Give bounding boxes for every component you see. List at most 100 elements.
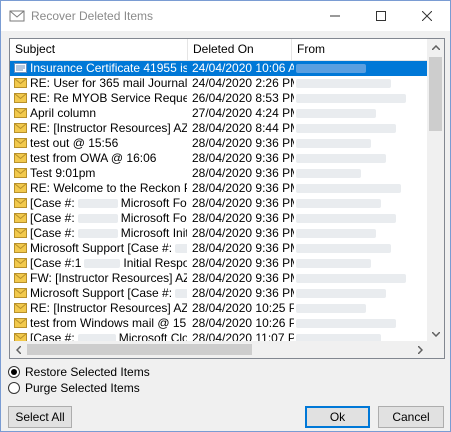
- envelope-icon: [14, 153, 27, 163]
- list-rows: Insurance Certificate 41955 is rea... 24/…: [10, 61, 429, 346]
- table-row[interactable]: [Case #: Microsoft Foll... 28/04/2020 9:36…: [10, 196, 429, 211]
- row-subject-text: test from Windows mail @ 15:55: [30, 316, 187, 330]
- row-deleted-on: 27/04/2020 4:24 PM: [192, 106, 294, 120]
- table-row[interactable]: RE: User for 365 mail Journal 24/04/2020 …: [10, 76, 429, 91]
- row-subject: [Case #: Microsoft Foll...: [30, 196, 187, 211]
- table-row[interactable]: Test 9:01pm 28/04/2020 9:36 PM: [10, 166, 429, 181]
- table-row[interactable]: April column 27/04/2020 4:24 PM: [10, 106, 429, 121]
- column-header-from[interactable]: From: [292, 39, 429, 60]
- cancel-button[interactable]: Cancel: [378, 406, 444, 428]
- row-deleted-on: 24/04/2020 10:06 AM: [192, 61, 294, 75]
- row-from: [296, 241, 424, 256]
- row-subject-text: Microsoft Support [Case #:: [30, 286, 173, 300]
- table-row[interactable]: [Case #: Microsoft Initi... 28/04/2020 9:3…: [10, 226, 429, 241]
- restore-option[interactable]: Restore Selected Items: [8, 364, 150, 380]
- table-row[interactable]: test from OWA @ 16:06 28/04/2020 9:36 PM: [10, 151, 429, 166]
- chevron-right-icon: [418, 345, 423, 354]
- redacted-sender: [296, 259, 371, 269]
- deleted-items-list[interactable]: Subject Deleted On From Insurance Certif…: [9, 38, 445, 359]
- envelope-icon: [14, 108, 27, 118]
- table-row[interactable]: RE: Re MYOB Service Request: 17... 26/04/…: [10, 91, 429, 106]
- close-button[interactable]: [404, 1, 450, 31]
- chevron-left-icon: [16, 345, 21, 354]
- window-title: Recover Deleted Items: [31, 9, 154, 23]
- table-row[interactable]: FW: [Instructor Resources] AZ 30... 28/04…: [10, 271, 429, 286]
- table-row[interactable]: Microsoft Support [Case #: 28/04/2020 9:3…: [10, 241, 429, 256]
- row-from: [296, 121, 424, 136]
- row-from: [296, 211, 424, 226]
- table-row[interactable]: test out @ 15:56 28/04/2020 9:36 PM: [10, 136, 429, 151]
- envelope-icon: [14, 273, 27, 283]
- row-from: [296, 136, 424, 151]
- row-subject-text: FW: [Instructor Resources] AZ 30...: [30, 271, 187, 285]
- table-row[interactable]: RE: [Instructor Resources] AZ 30... 28/04…: [10, 301, 429, 316]
- row-deleted-on: 28/04/2020 9:36 PM: [192, 286, 294, 300]
- redacted-case-number: [77, 214, 118, 224]
- redacted-sender: [296, 304, 366, 314]
- table-row[interactable]: [Case #:1 Initial Response 28/04/2020 9:36…: [10, 256, 429, 271]
- vertical-scrollbar[interactable]: [427, 39, 444, 343]
- row-subject: RE: Re MYOB Service Request: 17...: [30, 91, 187, 106]
- horizontal-scroll-thumb[interactable]: [27, 344, 252, 355]
- row-subject-text: Microsoft Support [Case #:: [30, 241, 173, 255]
- redacted-sender: [296, 184, 401, 194]
- envelope-icon: [14, 138, 27, 148]
- recover-deleted-items-dialog: Recover Deleted Items Subject Deleted On…: [0, 0, 451, 432]
- row-deleted-on: 28/04/2020 9:36 PM: [192, 256, 294, 270]
- row-subject: test out @ 15:56: [30, 136, 187, 151]
- scroll-up-arrow[interactable]: [427, 39, 444, 56]
- row-subject: [Case #:1 Initial Response: [30, 256, 187, 271]
- row-deleted-on: 28/04/2020 9:36 PM: [192, 241, 294, 255]
- row-subject-text: RE: [Instructor Resources] AZ 30...: [30, 301, 187, 315]
- row-from: [296, 76, 424, 91]
- row-from: [296, 166, 424, 181]
- table-row[interactable]: RE: [Instructor Resources] AZ 30... 28/04…: [10, 121, 429, 136]
- table-row[interactable]: test from Windows mail @ 15:55 28/04/2020…: [10, 316, 429, 331]
- purge-option-label: Purge Selected Items: [25, 381, 140, 395]
- row-deleted-on: 28/04/2020 9:36 PM: [192, 196, 294, 210]
- envelope-icon: [14, 183, 27, 193]
- vertical-scroll-thumb[interactable]: [429, 57, 442, 131]
- row-subject: FW: [Instructor Resources] AZ 30...: [30, 271, 187, 286]
- table-row[interactable]: Microsoft Support [Case #: 28/04/2020 9:3…: [10, 286, 429, 301]
- row-deleted-on: 24/04/2020 2:26 PM: [192, 76, 294, 90]
- envelope-icon: [14, 258, 27, 268]
- row-subject: test from Windows mail @ 15:55: [30, 316, 187, 331]
- row-subject-text: Insurance Certificate 41955 is rea...: [30, 61, 187, 75]
- table-row[interactable]: [Case #: Microsoft Foll... 28/04/2020 9:36…: [10, 211, 429, 226]
- row-subject-tail: Microsoft Initi...: [120, 226, 187, 240]
- redacted-sender: [296, 244, 391, 254]
- column-header-deleted-on[interactable]: Deleted On: [188, 39, 292, 60]
- redacted-case-number: [175, 244, 187, 254]
- purge-option[interactable]: Purge Selected Items: [8, 380, 140, 396]
- row-subject-text: RE: User for 365 mail Journal: [30, 76, 187, 90]
- redacted-case-number: [77, 199, 118, 209]
- row-deleted-on: 28/04/2020 9:36 PM: [192, 271, 294, 285]
- row-from: [296, 196, 424, 211]
- ok-button[interactable]: Ok: [305, 406, 370, 428]
- row-subject: test from OWA @ 16:06: [30, 151, 187, 166]
- table-row[interactable]: RE: Welcome to the Reckon Partn... 28/04/…: [10, 181, 429, 196]
- chevron-down-icon: [431, 332, 440, 337]
- row-subject: Test 9:01pm: [30, 166, 187, 181]
- envelope-icon: [14, 318, 27, 328]
- redacted-case-number: [77, 229, 118, 239]
- envelope-icon: [14, 198, 27, 208]
- column-header-subject[interactable]: Subject: [10, 39, 188, 60]
- table-row[interactable]: Insurance Certificate 41955 is rea... 24/…: [10, 61, 429, 76]
- purge-radio[interactable]: [8, 382, 20, 394]
- select-all-button[interactable]: Select All: [8, 406, 72, 428]
- restore-radio[interactable]: [8, 366, 20, 378]
- row-subject-text: April column: [30, 106, 97, 120]
- scroll-left-arrow[interactable]: [10, 341, 27, 358]
- row-deleted-on: 28/04/2020 9:36 PM: [192, 181, 294, 195]
- row-deleted-on: 28/04/2020 8:44 PM: [192, 121, 294, 135]
- row-from: [296, 286, 424, 301]
- horizontal-scrollbar[interactable]: [10, 341, 429, 358]
- document-icon: [14, 63, 27, 73]
- outlook-app-icon: [9, 10, 25, 22]
- minimize-button[interactable]: [312, 1, 358, 31]
- envelope-icon: [14, 213, 27, 223]
- row-subject: Insurance Certificate 41955 is rea...: [30, 61, 187, 76]
- maximize-button[interactable]: [358, 1, 404, 31]
